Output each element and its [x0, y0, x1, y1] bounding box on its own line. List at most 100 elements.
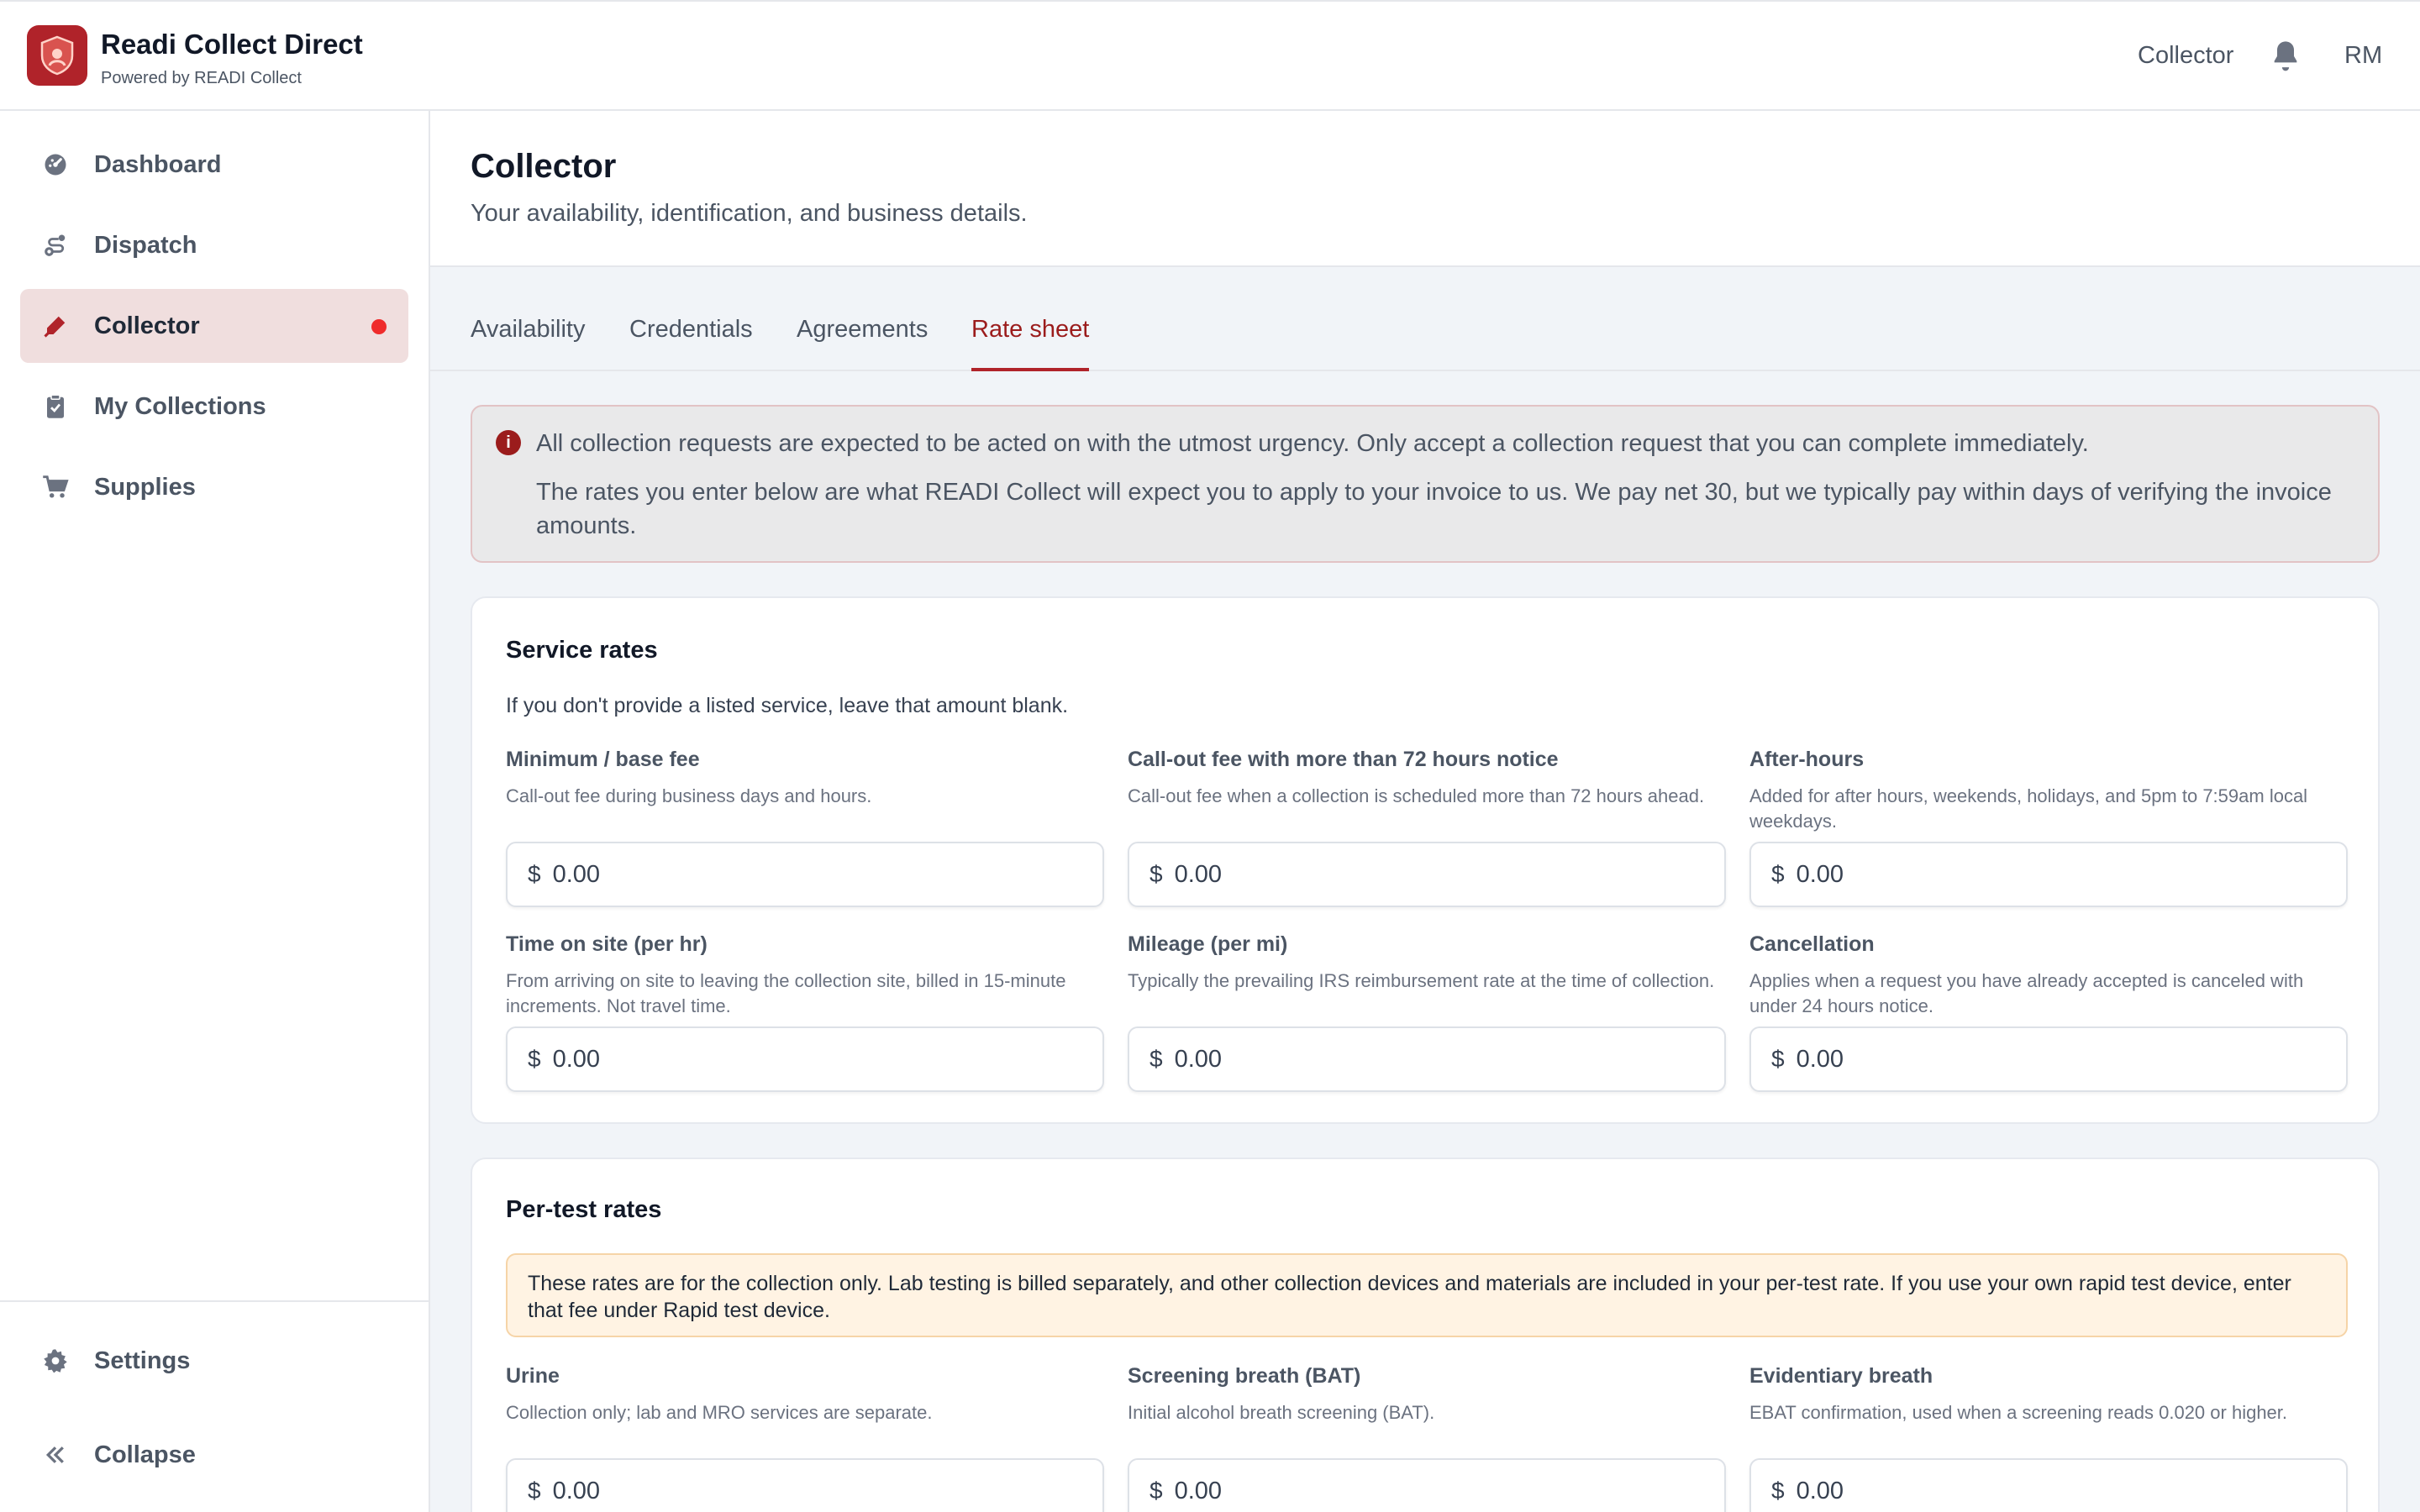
app-title: Readi Collect Direct [101, 29, 363, 60]
sidebar-item-label: Supplies [94, 473, 196, 501]
field-help: From arriving on site to leaving the col… [506, 970, 1066, 1016]
gear-icon [40, 1346, 71, 1376]
rate-field-minimum-base-fee: Minimum / base fee Call-out fee during b… [506, 748, 1104, 907]
sidebar-item-label: Collector [94, 312, 200, 339]
field-label: Screening breath (BAT) [1128, 1364, 1361, 1388]
rate-field-after-hours: After-hours Added for after hours, weeke… [1749, 748, 2348, 907]
currency-symbol: $ [528, 1046, 541, 1072]
currency-symbol: $ [1771, 1046, 1785, 1072]
sidebar-item-collector[interactable]: Collector [20, 289, 408, 363]
minimum-base-fee-input[interactable] [552, 860, 1057, 889]
dashboard-icon [40, 150, 71, 180]
time-on-site-input[interactable] [552, 1045, 1057, 1074]
sidebar-item-dispatch[interactable]: Dispatch [20, 208, 408, 282]
tab-bar: Availability Credentials Agreements Rate… [430, 267, 2420, 371]
field-label: Cancellation [1749, 932, 1875, 956]
sidebar: Dashboard Dispatch Collector My Collecti… [0, 111, 430, 1512]
rate-field-screening-breath: Screening breath (BAT) Initial alcohol b… [1128, 1364, 1726, 1512]
rate-field-evidentiary-breath: Evidentiary breath EBAT confirmation, us… [1749, 1364, 2348, 1512]
money-input-wrapper: $ [1128, 1026, 1726, 1092]
sidebar-item-label: Dashboard [94, 150, 222, 178]
money-input-wrapper: $ [1128, 842, 1726, 907]
screening-breath-input[interactable] [1174, 1477, 1679, 1505]
field-label: Time on site (per hr) [506, 932, 708, 956]
field-label: Mileage (per mi) [1128, 932, 1288, 956]
notification-dot [371, 319, 387, 334]
field-label: Minimum / base fee [506, 748, 700, 771]
sidebar-item-label: Collapse [94, 1441, 196, 1468]
field-help: EBAT confirmation, used when a screening… [1749, 1402, 2288, 1423]
field-label: After-hours [1749, 748, 1865, 771]
field-help: Initial alcohol breath screening (BAT). [1128, 1402, 1435, 1423]
per-test-rates-card: Per-test rates These rates are for the c… [471, 1158, 2380, 1512]
urgency-alert: i All collection requests are expected t… [471, 405, 2380, 563]
field-label: Call-out fee with more than 72 hours not… [1128, 748, 1559, 771]
rate-field-urine: Urine Collection only; lab and MRO servi… [506, 1364, 1104, 1512]
notifications-button[interactable] [2269, 39, 2302, 72]
currency-symbol: $ [1150, 1046, 1163, 1072]
field-help: Added for after hours, weekends, holiday… [1749, 785, 2308, 832]
chevrons-left-icon [40, 1440, 71, 1470]
currency-symbol: $ [1150, 861, 1163, 887]
per-test-notice: These rates are for the collection only.… [506, 1253, 2348, 1337]
pen-icon [40, 311, 71, 341]
currency-symbol: $ [528, 861, 541, 887]
sidebar-divider [0, 1300, 429, 1302]
clipboard-icon [40, 391, 71, 422]
money-input-wrapper: $ [506, 1458, 1104, 1512]
sidebar-collapse-button[interactable]: Collapse [20, 1418, 408, 1492]
tab-availability[interactable]: Availability [471, 316, 585, 371]
cart-icon [40, 472, 71, 502]
tab-agreements[interactable]: Agreements [797, 316, 928, 371]
sidebar-item-label: Dispatch [94, 231, 197, 259]
field-help: Applies when a request you have already … [1749, 970, 2304, 1016]
field-label: Evidentiary breath [1749, 1364, 1933, 1388]
notice-text: These rates are for the collection only.… [528, 1272, 2291, 1322]
dispatch-icon [40, 230, 71, 260]
field-help: Call-out fee during business days and ho… [506, 785, 872, 806]
currency-symbol: $ [1150, 1478, 1163, 1504]
sidebar-item-label: My Collections [94, 392, 266, 420]
mileage-input[interactable] [1174, 1045, 1679, 1074]
brand-logo[interactable] [27, 25, 87, 86]
top-bar: Readi Collect Direct Powered by READI Co… [0, 0, 2420, 111]
money-input-wrapper: $ [1749, 1026, 2348, 1092]
callout-72h-input[interactable] [1174, 860, 1679, 889]
tab-credentials[interactable]: Credentials [629, 316, 753, 371]
evidentiary-breath-input[interactable] [1796, 1477, 2301, 1505]
after-hours-input[interactable] [1796, 860, 2301, 889]
app-subtitle: Powered by READI Collect [101, 69, 302, 87]
sidebar-item-supplies[interactable]: Supplies [20, 450, 408, 524]
shield-logo-icon [40, 35, 74, 76]
money-input-wrapper: $ [506, 1026, 1104, 1092]
service-rates-card: Service rates If you don't provide a lis… [471, 596, 2380, 1124]
urine-input[interactable] [552, 1477, 1057, 1505]
page-header: Collector Your availability, identificat… [430, 111, 2420, 267]
money-input-wrapper: $ [1749, 1458, 2348, 1512]
tab-rate-sheet[interactable]: Rate sheet [971, 316, 1090, 371]
bell-icon [2274, 41, 2297, 71]
alert-text: The rates you enter below are what READI… [536, 479, 2332, 539]
card-title: Service rates [506, 637, 658, 664]
field-help: Typically the prevailing IRS reimburseme… [1128, 970, 1715, 991]
cancellation-input[interactable] [1796, 1045, 2301, 1074]
sidebar-item-my-collections[interactable]: My Collections [20, 370, 408, 444]
sidebar-item-settings[interactable]: Settings [20, 1324, 408, 1398]
field-label: Urine [506, 1364, 560, 1388]
page-subtitle: Your availability, identification, and b… [471, 200, 1028, 227]
alert-text: All collection requests are expected to … [536, 430, 2089, 457]
rate-field-time-on-site: Time on site (per hr) From arriving on s… [506, 932, 1104, 1092]
rate-field-callout-72h: Call-out fee with more than 72 hours not… [1128, 748, 1726, 907]
sidebar-item-dashboard[interactable]: Dashboard [20, 128, 408, 202]
currency-symbol: $ [1771, 861, 1785, 887]
field-help: Call-out fee when a collection is schedu… [1128, 785, 1705, 806]
sidebar-item-label: Settings [94, 1347, 191, 1374]
user-avatar[interactable]: RM [2344, 42, 2382, 70]
field-help: Collection only; lab and MRO services ar… [506, 1402, 933, 1423]
role-switcher[interactable]: Collector [2138, 42, 2233, 70]
rate-field-mileage: Mileage (per mi) Typically the prevailin… [1128, 932, 1726, 1092]
card-title: Per-test rates [506, 1196, 662, 1223]
card-description: If you don't provide a listed service, l… [506, 694, 1069, 717]
currency-symbol: $ [528, 1478, 541, 1504]
currency-symbol: $ [1771, 1478, 1785, 1504]
